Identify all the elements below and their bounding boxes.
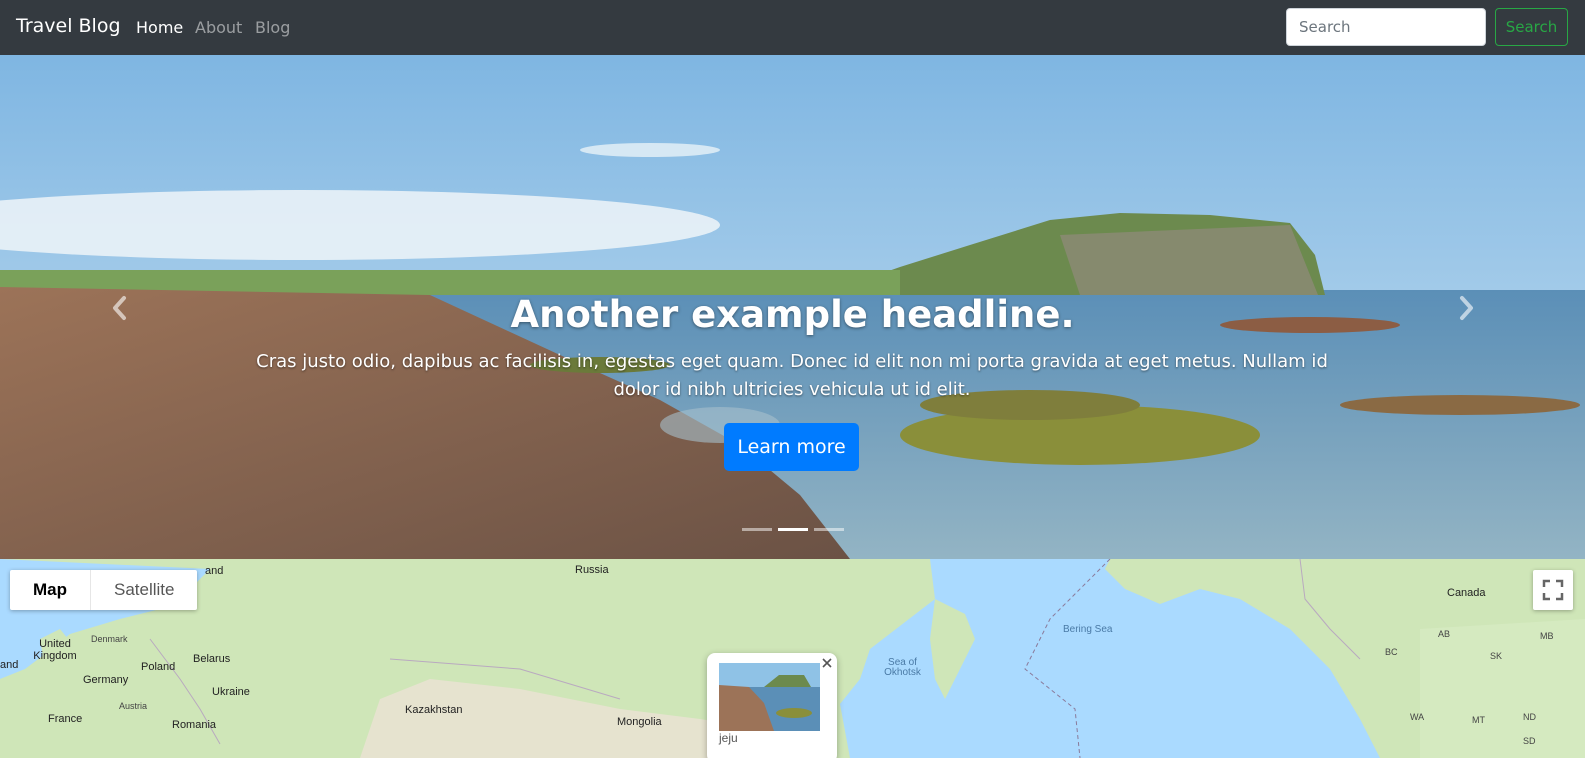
map-label-sea-of-okhotsk: Sea of Okhotsk [884,657,921,678]
search-button[interactable]: Search [1495,8,1568,46]
map-label-mongolia: Mongolia [617,716,662,728]
fullscreen-icon[interactable] [1533,570,1573,610]
map[interactable]: Map Satellite Russia Canada and United K… [0,559,1585,758]
nav-link-home[interactable]: Home [136,18,183,37]
map-label-nd: ND [1523,712,1536,722]
map-label-canada: Canada [1447,587,1486,599]
map-label-fragment-top: and [205,565,224,577]
map-label-france: France [48,713,83,725]
navbar: Travel Blog Home About Blog Search [0,0,1585,55]
hero-headline: Another example headline. [510,293,1075,336]
map-label-ab: AB [1438,629,1451,639]
map-label-kazakhstan: Kazakhstan [405,704,463,716]
map-label-belarus: Belarus [193,653,231,665]
carousel-indicator-2[interactable] [778,528,808,531]
map-label-denmark: Denmark [91,634,128,644]
map-label-romania: Romania [172,719,217,731]
map-label-sk: SK [1490,651,1503,661]
map-label-wa: WA [1410,712,1425,722]
brand-link[interactable]: Travel Blog [16,15,121,37]
hero-text: Cras justo odio, dapibus ac facilisis in… [256,351,1328,400]
nav-link-blog[interactable]: Blog [255,18,290,37]
map-label-fragment-left: and [0,659,19,671]
info-window-label: jeju [719,731,738,745]
map-type-control: Map Satellite [10,570,198,610]
nav-link-about[interactable]: About [195,18,242,37]
map-label-poland: Poland [141,661,176,673]
map-label-bering-sea: Bering Sea [1063,624,1113,635]
map-info-window: jeju [707,653,837,758]
search-input[interactable] [1286,8,1486,46]
map-type-satellite-button[interactable]: Satellite [90,570,197,610]
map-label-mt: MT [1472,715,1485,725]
map-label-austria: Austria [119,701,148,711]
map-label-russia: Russia [575,564,609,576]
carousel-indicator-3[interactable] [814,528,844,531]
carousel-indicator-1[interactable] [742,528,772,531]
learn-more-button[interactable]: Learn more [724,423,859,471]
map-label-ukraine: Ukraine [212,686,250,698]
map-label-mb: MB [1540,631,1554,641]
map-label-germany: Germany [83,674,129,686]
map-type-map-button[interactable]: Map [10,570,90,610]
map-label-united-kingdom: United Kingdom [33,638,77,662]
close-icon[interactable] [820,656,834,670]
map-label-bc: BC [1385,647,1398,657]
hero-carousel: Another example headline. Cras justo odi… [0,55,1585,559]
jeju-thumbnail[interactable] [719,663,820,731]
map-label-sd: SD [1523,736,1536,746]
